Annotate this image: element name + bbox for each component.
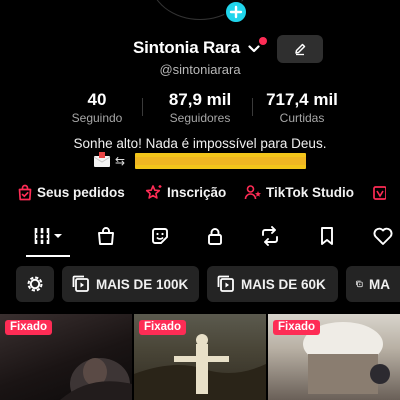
link-studio[interactable]: TikTok Studio: [244, 184, 354, 201]
link-orders[interactable]: Seus pedidos: [17, 184, 125, 201]
filter-chip[interactable]: MA: [346, 266, 400, 302]
heart-icon: [373, 227, 393, 245]
bio-text: Sonhe alto! Nada é impossível para Deus.: [73, 136, 327, 151]
tab-shop[interactable]: [90, 218, 122, 254]
link-label: Seus pedidos: [37, 185, 125, 200]
tab-private[interactable]: [199, 218, 231, 254]
pencil-icon: [295, 43, 306, 56]
wallet-icon: [373, 186, 386, 200]
stat-label: Seguindo: [71, 111, 123, 125]
divider: [252, 98, 253, 116]
play-stack-icon: [356, 280, 363, 288]
play-stack-icon: [72, 275, 89, 292]
tab-reposts[interactable]: [254, 218, 286, 254]
chip-label: MAIS DE 60K: [241, 276, 326, 292]
filter-chips: MAIS DE 100K MAIS DE 60K MA: [0, 266, 400, 302]
link-subscription[interactable]: Inscrição: [145, 184, 226, 201]
profile-name[interactable]: Sintonia Rara: [133, 38, 240, 58]
repost-icon: [262, 226, 278, 246]
tab-liked[interactable]: [366, 218, 400, 254]
stat-label: Seguidores: [169, 111, 231, 125]
bookmark-icon: [321, 227, 333, 245]
play-stack-icon: [217, 275, 234, 292]
filter-settings-button[interactable]: [16, 266, 54, 302]
profile-name-row: Sintonia Rara: [0, 35, 400, 63]
grid-icon: [34, 228, 62, 244]
stat-value: 40: [87, 90, 107, 109]
chip-label: MA: [369, 276, 390, 292]
stat-followers[interactable]: 87,9 mil Seguidores: [155, 90, 245, 125]
redacted-highlight: [135, 153, 306, 169]
video-thumbnail[interactable]: Fixado: [268, 314, 400, 400]
edit-profile-button[interactable]: [277, 35, 323, 63]
content-tabs: [0, 218, 400, 258]
person-star-icon: [244, 185, 261, 200]
pinned-badge: Fixado: [139, 320, 187, 335]
shop-bag-icon: [98, 227, 114, 245]
envelope-icon: [93, 152, 111, 167]
link-more[interactable]: [372, 184, 386, 201]
link-label: TikTok Studio: [266, 185, 355, 200]
pinned-badge: Fixado: [5, 320, 53, 335]
stat-value: 87,9 mil: [168, 90, 232, 109]
video-thumbnail[interactable]: Fixado: [0, 314, 132, 400]
link-label: Inscrição: [167, 185, 227, 200]
bio-line2: ⇆: [93, 152, 313, 170]
shopping-bag-check-icon: [18, 184, 32, 201]
tab-videos[interactable]: [24, 218, 74, 254]
filter-chip[interactable]: MAIS DE 100K: [62, 266, 199, 302]
tab-saved[interactable]: [311, 218, 343, 254]
stat-label: Curtidas: [279, 111, 325, 125]
tab-stickers[interactable]: [144, 218, 176, 254]
pinned-badge: Fixado: [273, 320, 321, 335]
plus-icon: [229, 5, 243, 19]
stats-bar: 40 Seguindo 87,9 mil Seguidores 717,4 mi…: [0, 90, 400, 130]
stat-following[interactable]: 40 Seguindo: [52, 90, 142, 125]
chevron-down-icon[interactable]: [248, 44, 260, 54]
chip-label: MAIS DE 100K: [96, 276, 189, 292]
lock-icon: [208, 228, 222, 245]
star-sparkle-icon: [145, 185, 162, 199]
divider: [142, 98, 143, 116]
notification-dot: [259, 37, 267, 45]
video-thumbnail[interactable]: Fixado: [134, 314, 266, 400]
profile-handle: @sintoniarara: [159, 62, 241, 77]
gear-icon: [27, 276, 43, 292]
filter-chip[interactable]: MAIS DE 60K: [207, 266, 338, 302]
stat-value: 717,4 mil: [266, 90, 338, 109]
arrows-icon: ⇆: [115, 154, 126, 168]
video-grid: Fixado Fixado Fixado: [0, 314, 400, 400]
add-story-button[interactable]: [224, 0, 248, 24]
profile-links: Seus pedidos Inscrição TikTok Studio: [0, 184, 400, 206]
sticker-icon: [152, 228, 168, 244]
tab-indicator: [26, 255, 70, 257]
stat-likes[interactable]: 717,4 mil Curtidas: [257, 90, 347, 125]
